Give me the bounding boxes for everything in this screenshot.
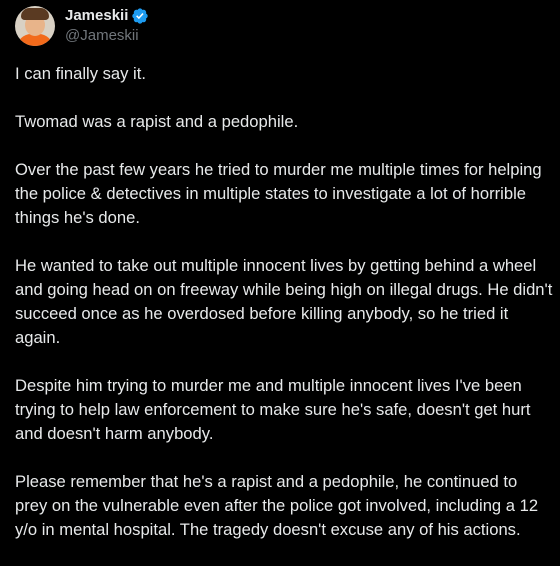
tweet-line: prey on the vulnerable even after the po…: [15, 496, 539, 515]
tweet-paragraph: Over the past few years he tried to murd…: [15, 158, 560, 230]
tweet-line: and doesn't harm anybody.: [15, 424, 214, 443]
avatar-hair: [21, 8, 49, 20]
author-handle[interactable]: @Jameskii: [65, 26, 149, 46]
tweet-line: the police & detectives in multiple stat…: [15, 184, 526, 203]
author-avatar[interactable]: [15, 6, 55, 46]
verified-badge-icon[interactable]: [131, 7, 149, 25]
tweet-line: Please remember that he's a rapist and a…: [15, 472, 518, 491]
tweet-line: succeed once as he overdosed before kill…: [15, 304, 509, 323]
tweet-line: y/o in mental hospital. The tragedy does…: [15, 520, 521, 539]
tweet-paragraph: Despite him trying to murder me and mult…: [15, 374, 560, 446]
tweet-line: Despite him trying to murder me and mult…: [15, 376, 522, 395]
tweet-text: I can finally say it. Twomad was a rapis…: [15, 62, 560, 566]
tweet-line: I can finally say it.: [15, 64, 146, 83]
tweet-paragraph: Twomad was a rapist and a pedophile.: [15, 110, 560, 134]
author-display-name[interactable]: Jameskii: [65, 6, 128, 26]
tweet-line: things he's done.: [15, 208, 140, 227]
tweet-line: He wanted to take out multiple innocent …: [15, 256, 537, 275]
display-name-row: Jameskii: [65, 6, 149, 26]
author-names: Jameskii @Jameskii: [65, 6, 149, 46]
tweet-line: again.: [15, 328, 61, 347]
tweet-paragraph: He wanted to take out multiple innocent …: [15, 254, 560, 350]
tweet-line: Over the past few years he tried to murd…: [15, 160, 542, 179]
tweet-header: Jameskii @Jameskii: [15, 4, 149, 48]
tweet-paragraph: I can finally say it.: [15, 62, 560, 86]
tweet-paragraph: Please remember that he's a rapist and a…: [15, 470, 560, 542]
tweet-line: trying to help law enforcement to make s…: [15, 400, 531, 419]
tweet-line: and going head on on freeway while being…: [15, 280, 553, 299]
tweet-line: Twomad was a rapist and a pedophile.: [15, 112, 299, 131]
